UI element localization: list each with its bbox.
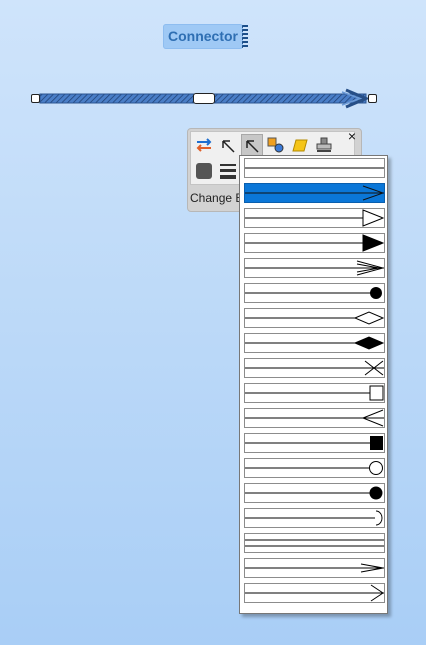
end-style-option-filled-triangle[interactable]	[244, 233, 385, 253]
pointer-arrow-button[interactable]	[217, 134, 239, 156]
close-icon[interactable]: ×	[346, 128, 358, 144]
end-style-button[interactable]	[241, 134, 263, 156]
end-style-option-double-line[interactable]	[244, 533, 385, 553]
reverse-open-arrow-end-icon	[245, 409, 384, 427]
line-color-icon	[196, 163, 212, 179]
stamp-icon	[316, 137, 332, 152]
pointer-arrow-icon	[222, 140, 235, 153]
end-style-dropdown	[239, 155, 388, 614]
swap-direction-button[interactable]	[193, 134, 215, 156]
double-line-end-icon	[245, 539, 384, 547]
end-style-arrow-icon	[246, 140, 259, 153]
long-arrow-end-icon	[245, 584, 384, 602]
line-weight-button[interactable]	[217, 160, 239, 182]
crows-foot-end-icon	[245, 360, 384, 376]
end-style-option-open-square[interactable]	[244, 383, 385, 403]
fill-color-icon	[292, 139, 308, 152]
end-style-option-half-circle[interactable]	[244, 508, 385, 528]
end-style-option-open-arrow[interactable]	[244, 183, 385, 203]
filled-circle-end-icon	[245, 287, 382, 299]
connector-start-handle[interactable]	[31, 94, 40, 103]
filled-square-end-icon	[245, 436, 383, 450]
half-circle-end-icon	[245, 510, 383, 526]
thin-arrow-end-icon	[245, 563, 384, 573]
toolbar-caption: Change End	[190, 191, 242, 205]
fill-color-button[interactable]	[289, 134, 311, 156]
open-diamond-end-icon	[245, 311, 384, 325]
end-style-option-open-triangle[interactable]	[244, 208, 385, 228]
stamp-button[interactable]	[313, 134, 335, 156]
filled-diamond-end-icon	[245, 336, 384, 350]
open-square-end-icon	[245, 385, 384, 401]
none-end-icon	[245, 167, 384, 169]
end-style-option-crows-foot[interactable]	[244, 358, 385, 378]
end-style-option-open-diamond[interactable]	[244, 308, 385, 328]
end-style-option-filled-square[interactable]	[244, 433, 385, 453]
end-style-option-reverse-open-arrow[interactable]	[244, 408, 385, 428]
open-circle-end-icon	[245, 461, 383, 475]
end-style-option-long-arrow[interactable]	[244, 583, 385, 603]
line-color-button[interactable]	[193, 160, 215, 182]
end-style-option-thin-arrow[interactable]	[244, 558, 385, 578]
double-open-arrow-end-icon	[245, 260, 384, 276]
end-style-option-open-circle[interactable]	[244, 458, 385, 478]
swap-direction-icon	[196, 138, 212, 152]
connector-end-handle[interactable]	[368, 94, 377, 103]
filled-triangle-end-icon	[245, 234, 384, 252]
end-style-option-filled-diamond[interactable]	[244, 333, 385, 353]
diagram-canvas[interactable]: Connector × Change	[0, 0, 426, 645]
open-triangle-end-icon	[245, 209, 384, 227]
filled-circle-large-end-icon	[245, 486, 383, 500]
shapes-icon	[267, 137, 284, 153]
shapes-button[interactable]	[265, 134, 287, 156]
end-style-option-none[interactable]	[244, 158, 385, 178]
end-style-option-double-open-arrow[interactable]	[244, 258, 385, 278]
end-style-option-filled-circle[interactable]	[244, 283, 385, 303]
line-weight-icon	[220, 164, 236, 179]
connector-mid-handle[interactable]	[193, 93, 215, 104]
open-arrow-end-icon	[245, 185, 384, 201]
end-style-option-filled-circle-large[interactable]	[244, 483, 385, 503]
